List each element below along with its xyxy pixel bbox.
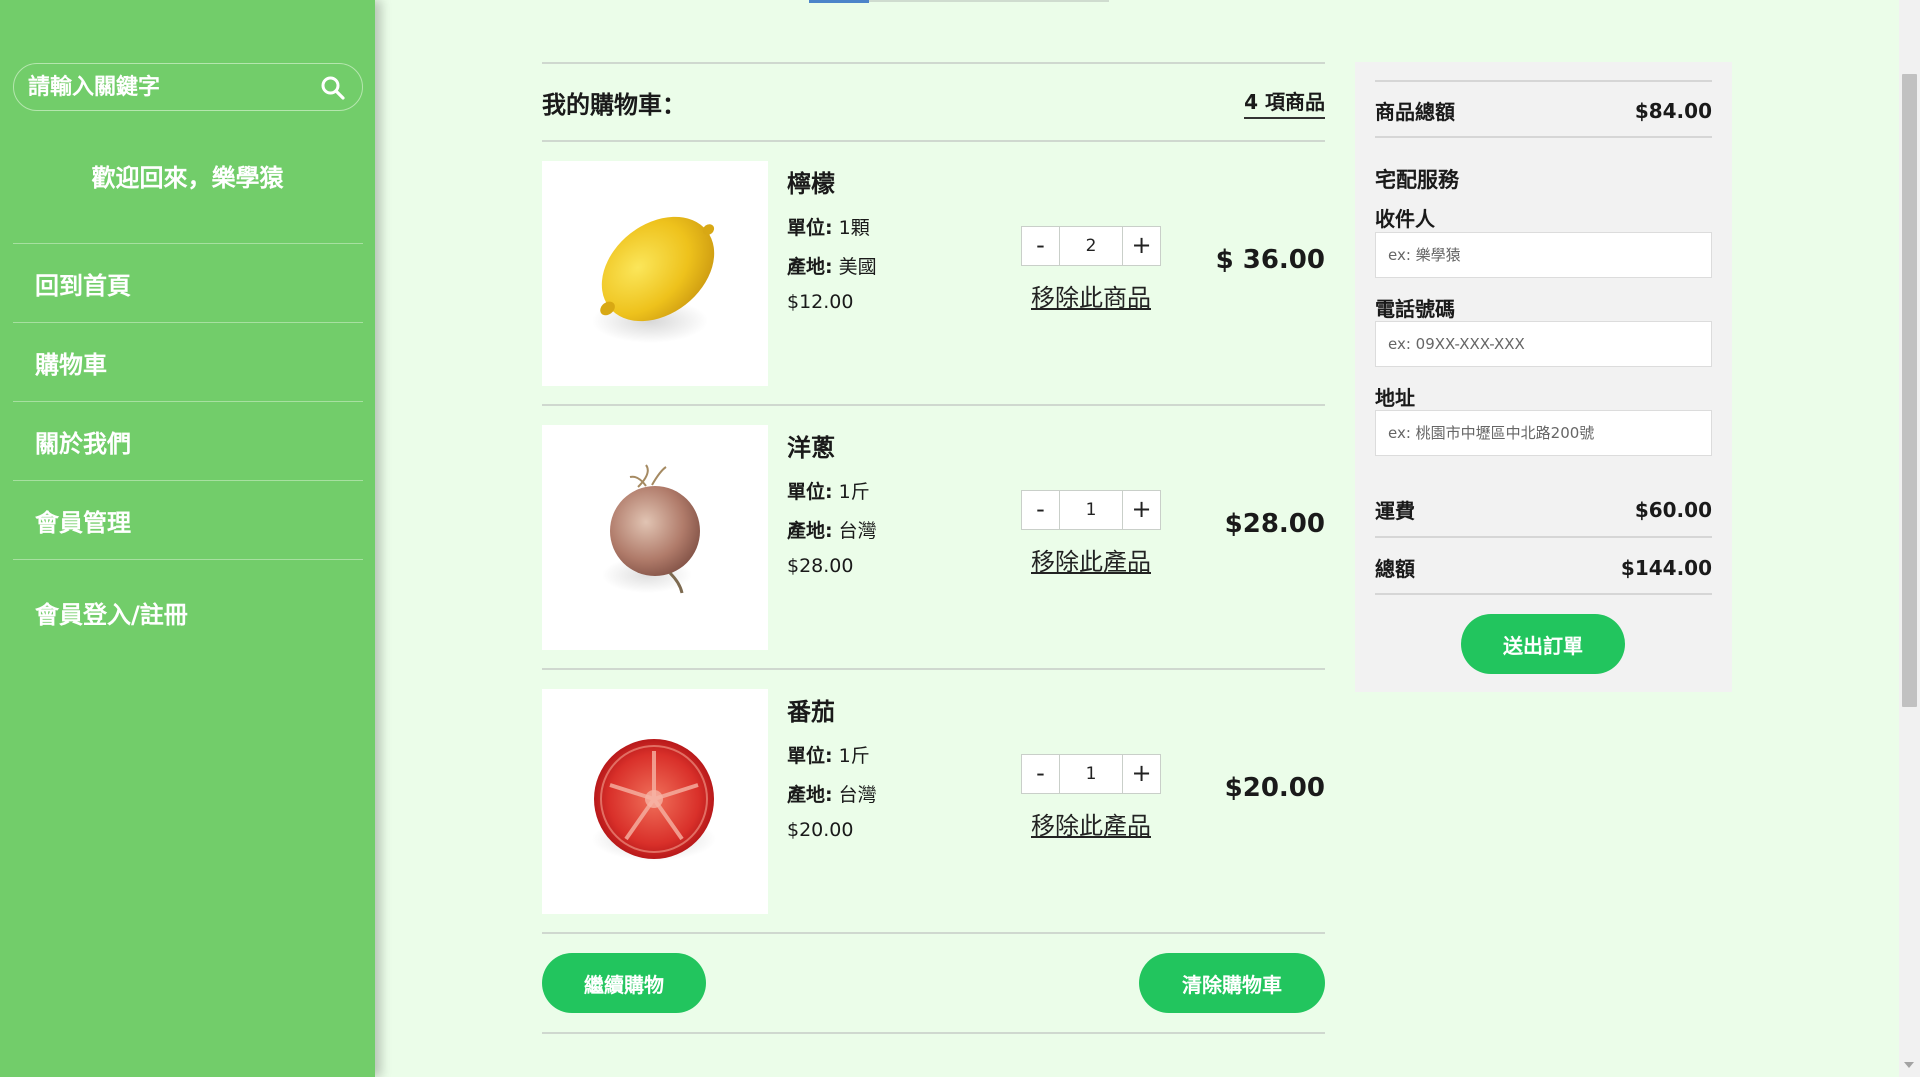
decrease-button[interactable]: - (1021, 754, 1060, 794)
cart-header: 我的購物車： 4 項商品 (542, 62, 1325, 142)
remove-item-link[interactable]: 移除此商品 (1021, 278, 1161, 313)
remove-item-link[interactable]: 移除此產品 (1021, 806, 1161, 841)
clear-cart-button[interactable]: 清除購物車 (1139, 953, 1325, 1013)
subtotal-label: 商品總額 (1375, 100, 1455, 124)
line-total: $ 36.00 (1215, 245, 1325, 275)
origin-label: 產地: (787, 256, 833, 278)
unit-label: 單位: (787, 217, 833, 239)
nav-item-about[interactable]: 關於我們 (13, 401, 363, 480)
subtotal-value: $84.00 (1634, 98, 1712, 123)
origin-label: 產地: (787, 520, 833, 542)
summary-divider (1375, 80, 1712, 82)
origin-label: 產地: (787, 784, 833, 806)
welcome-message: 歡迎回來，樂學猿 (91, 164, 284, 192)
quantity-stepper: - + (1021, 490, 1161, 530)
cart-title: 我的購物車： (542, 90, 686, 119)
search-icon[interactable] (320, 75, 346, 101)
cart-item-tomato: 番茄 單位: 1斤 產地: 台灣 $20.00 - + 移除此產品 $20.00 (542, 670, 1325, 934)
unit-value: 1斤 (838, 745, 870, 767)
nav-item-login[interactable]: 會員登入/註冊 (13, 559, 363, 664)
address-label: 地址 (1375, 386, 1415, 410)
unit-label: 單位: (787, 481, 833, 503)
unit-value: 1顆 (838, 217, 870, 239)
order-summary: 商品總額 $84.00 宅配服務 收件人 電話號碼 地址 運費 $60.00 總… (1355, 62, 1732, 692)
submit-order-button[interactable]: 送出訂單 (1461, 614, 1625, 674)
decrease-button[interactable]: - (1021, 226, 1060, 266)
product-image-tomato (542, 689, 768, 914)
search-input[interactable] (26, 64, 316, 110)
cart-item-count[interactable]: 4 項商品 (1244, 86, 1325, 119)
search-box (13, 63, 363, 111)
total-label: 總額 (1375, 557, 1415, 581)
product-info: 番茄 單位: 1斤 產地: 台灣 $20.00 (787, 692, 877, 853)
nav-item-home[interactable]: 回到首頁 (13, 243, 363, 322)
product-origin: 產地: 台灣 (787, 780, 877, 807)
sidebar-nav: 回到首頁 購物車 關於我們 會員管理 會員登入/註冊 (13, 243, 363, 664)
recipient-label: 收件人 (1375, 207, 1435, 231)
cart-item-onion: 洋蔥 單位: 1斤 產地: 台灣 $28.00 - + 移除此產品 $28.00 (542, 406, 1325, 670)
shipping-label: 運費 (1375, 499, 1415, 523)
origin-value: 台灣 (838, 784, 877, 806)
origin-value: 美國 (838, 256, 877, 278)
unit-value: 1斤 (838, 481, 870, 503)
quantity-input[interactable] (1060, 226, 1122, 266)
line-total: $20.00 (1224, 773, 1325, 803)
total-value: $144.00 (1620, 555, 1712, 580)
product-unit: 單位: 1斤 (787, 741, 877, 768)
top-tab-indicator (809, 0, 869, 3)
product-info: 檸檬 單位: 1顆 產地: 美國 $12.00 (787, 164, 877, 325)
summary-divider (1375, 536, 1712, 538)
phone-label: 電話號碼 (1375, 297, 1455, 321)
subtotal-row: 商品總額 $84.00 (1375, 96, 1712, 125)
total-row: 總額 $144.00 (1375, 553, 1712, 582)
cart-item-lemon: 檸檬 單位: 1顆 產地: 美國 $12.00 - + 移除此商品 $ 36.0… (542, 142, 1325, 406)
sidebar: 歡迎回來，樂學猿 回到首頁 購物車 關於我們 會員管理 會員登入/註冊 (0, 0, 375, 1077)
shipping-row: 運費 $60.00 (1375, 495, 1712, 524)
remove-item-link[interactable]: 移除此產品 (1021, 542, 1161, 577)
line-total: $28.00 (1224, 509, 1325, 539)
phone-input[interactable] (1375, 321, 1712, 367)
summary-divider (1375, 593, 1712, 595)
product-unit: 單位: 1斤 (787, 477, 877, 504)
product-origin: 產地: 美國 (787, 252, 877, 279)
quantity-input[interactable] (1060, 490, 1122, 530)
summary-divider (1375, 136, 1712, 138)
continue-shopping-button[interactable]: 繼續購物 (542, 953, 706, 1013)
shipping-value: $60.00 (1634, 497, 1712, 522)
address-input[interactable] (1375, 410, 1712, 456)
quantity-stepper: - + (1021, 754, 1161, 794)
product-origin: 產地: 台灣 (787, 516, 877, 543)
recipient-input[interactable] (1375, 232, 1712, 278)
nav-item-cart[interactable]: 購物車 (13, 322, 363, 401)
product-image-onion (542, 425, 768, 650)
product-price: $12.00 (787, 291, 854, 313)
increase-button[interactable]: + (1122, 490, 1161, 530)
cart-panel: 我的購物車： 4 項商品 檸檬 單位: 1顆 產地: 美國 $12.00 - 2… (542, 62, 1325, 1034)
product-name: 番茄 (787, 698, 835, 726)
scrollbar-thumb[interactable] (1902, 74, 1917, 707)
product-name: 檸檬 (787, 170, 835, 198)
quantity-stepper: - + (1021, 226, 1161, 266)
cart-footer: 繼續購物 清除購物車 (542, 934, 1325, 1034)
scroll-down-arrow-icon[interactable] (1904, 1062, 1914, 1068)
product-unit: 單位: 1顆 (787, 213, 877, 240)
delivery-title: 宅配服務 (1375, 168, 1459, 192)
nav-item-member[interactable]: 會員管理 (13, 480, 363, 559)
quantity-input[interactable] (1060, 754, 1122, 794)
increase-button[interactable]: + (1122, 226, 1161, 266)
increase-button[interactable]: + (1122, 754, 1161, 794)
product-price: $28.00 (787, 555, 854, 577)
unit-label: 單位: (787, 745, 833, 767)
product-name: 洋蔥 (787, 434, 835, 462)
product-info: 洋蔥 單位: 1斤 產地: 台灣 $28.00 (787, 428, 877, 589)
product-price: $20.00 (787, 819, 854, 841)
origin-value: 台灣 (838, 520, 877, 542)
product-image-lemon (542, 161, 768, 386)
decrease-button[interactable]: - (1021, 490, 1060, 530)
